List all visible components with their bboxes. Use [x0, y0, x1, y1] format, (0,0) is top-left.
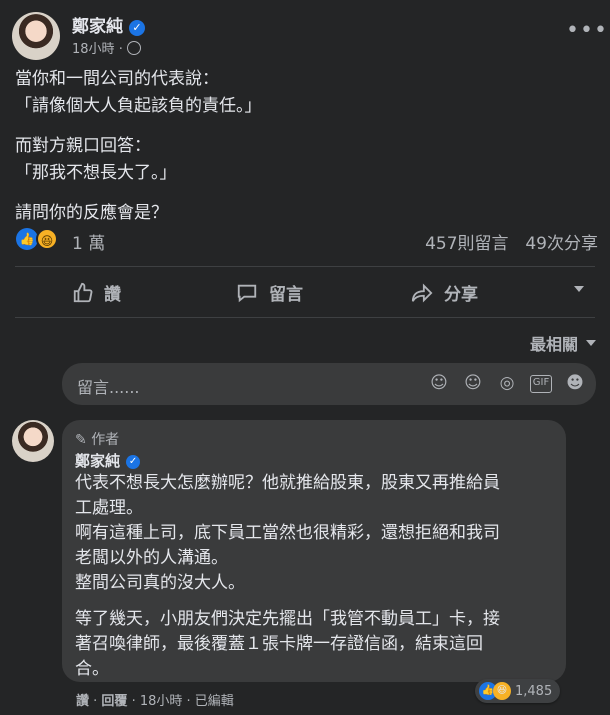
comment-button[interactable]: 留言	[235, 280, 303, 305]
post-author-name[interactable]: 鄭家純	[72, 17, 123, 37]
verified-badge-icon: ✓	[126, 454, 141, 469]
post-paragraph: 「請像個大人負起該負的責任。」	[15, 96, 262, 116]
comment-tools: ☺ ☺ ◎ GIF ☻	[428, 373, 586, 393]
thumbs-up-icon	[73, 282, 93, 302]
comment-line: 著召喚律師，最後覆蓋１張卡牌一存證信函，結束這回	[75, 634, 483, 654]
haha-reaction-icon: 😆	[36, 228, 58, 250]
post-meta: 18小時 ·	[72, 38, 141, 57]
comment-meta: 讚 · 回覆 · 18小時 · 已編輯	[76, 694, 234, 709]
stats-right: 457則留言 49次分享	[425, 229, 598, 254]
comment-line: 等了幾天，小朋友們決定先擺出「我管不動員工」卡，接	[75, 609, 500, 629]
globe-icon	[126, 41, 141, 55]
post-paragraph: 當你和一間公司的代表說：	[15, 69, 219, 89]
more-options-icon[interactable]: •••	[566, 18, 608, 43]
shares-count[interactable]: 49次分享	[525, 234, 598, 254]
sticker-icon[interactable]: ☻	[564, 373, 586, 393]
audience-dropdown-icon[interactable]	[574, 286, 584, 292]
share-button[interactable]: 分享	[410, 280, 478, 305]
like-reaction-icon: 👍	[16, 228, 38, 250]
comment-label: 留言	[269, 285, 303, 305]
haha-reaction-icon: 😆	[493, 682, 511, 700]
comment-body: 代表不想長大怎麼辦呢？他就推給股東，股東又再推給員 工處理。 啊有這種上司，底下…	[75, 471, 559, 682]
comment-input-box[interactable]: 留言...... ☺ ☺ ◎ GIF ☻	[62, 363, 596, 405]
author-badge: ✎ 作者	[75, 429, 119, 449]
comment-reply-link[interactable]: 回覆	[101, 694, 127, 709]
comment-time[interactable]: 18小時	[140, 694, 183, 709]
comment-edited[interactable]: 已編輯	[195, 694, 234, 709]
share-label: 分享	[444, 285, 478, 305]
chevron-down-icon	[586, 340, 596, 346]
gif-icon[interactable]: GIF	[530, 375, 552, 393]
post-author-row: 鄭家純 ✓	[72, 12, 145, 37]
like-label: 讚	[104, 285, 121, 305]
camera-icon[interactable]: ◎	[496, 373, 518, 393]
comment-reaction-count: 1,485	[515, 683, 553, 699]
comments-count[interactable]: 457則留言	[425, 234, 508, 254]
comment-input[interactable]: 留言......	[77, 374, 140, 398]
author-badge-label: 作者	[91, 432, 120, 448]
comment-icon	[237, 284, 257, 302]
comment-line: 老闆以外的人溝通。	[75, 548, 228, 568]
comment-sort-dropdown[interactable]: 最相關	[530, 331, 596, 355]
comment-line: 整間公司真的沒大人。	[75, 573, 245, 593]
comment-line: 代表不想長大怎麼辦呢？他就推給股東，股東又再推給員	[75, 473, 500, 493]
reactions-count[interactable]: 1 萬	[72, 229, 105, 254]
author-avatar[interactable]	[12, 12, 60, 60]
divider	[15, 266, 595, 267]
pencil-icon: ✎	[75, 432, 87, 448]
comment-line: 工處理。	[75, 498, 143, 518]
like-button[interactable]: 讚	[72, 280, 121, 305]
post-body: 當你和一間公司的代表說： 「請像個大人負起該負的責任。」 而對方親口回答： 「那…	[15, 66, 595, 227]
comment-bubble: ✎ 作者 鄭家純 ✓ 代表不想長大怎麼辦呢？他就推給股東，股東又再推給員 工處理。…	[62, 420, 566, 682]
emoji-icon[interactable]: ☺	[462, 373, 484, 393]
comment-like-link[interactable]: 讚	[76, 694, 89, 709]
post-paragraph: 而對方親口回答：	[15, 136, 151, 156]
comment-author-row: 鄭家純 ✓	[75, 450, 141, 471]
post-paragraph: 「那我不想長大了。」	[15, 163, 177, 183]
divider	[15, 317, 595, 318]
verified-badge-icon: ✓	[129, 19, 145, 36]
reaction-icons[interactable]: 👍 😆	[16, 228, 64, 250]
sort-label: 最相關	[529, 335, 578, 354]
post-paragraph: 請問你的反應會是？	[15, 203, 168, 223]
avatar-sticker-icon[interactable]: ☺	[428, 373, 450, 393]
share-arrow-icon	[411, 282, 433, 303]
commenter-avatar[interactable]	[12, 420, 54, 462]
comment-author-name[interactable]: 鄭家純	[75, 452, 120, 470]
post-time[interactable]: 18小時	[72, 42, 115, 57]
comment-reactions[interactable]: 👍 😆 1,485	[475, 679, 561, 703]
comment-line: 啊有這種上司，底下員工當然也很精彩，還想拒絕和我司	[75, 523, 500, 543]
